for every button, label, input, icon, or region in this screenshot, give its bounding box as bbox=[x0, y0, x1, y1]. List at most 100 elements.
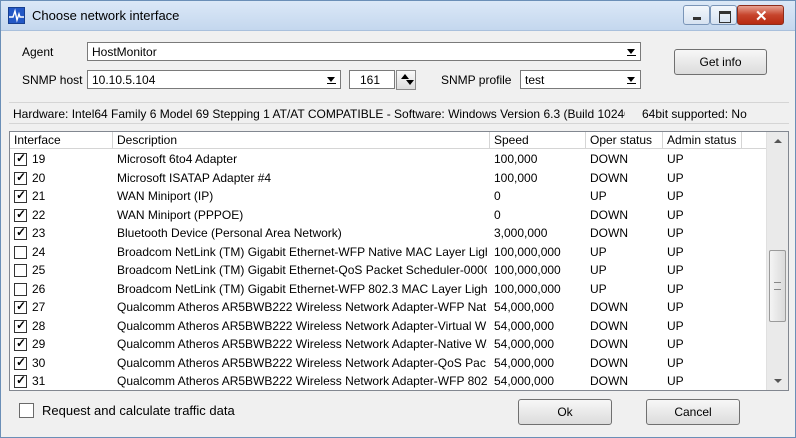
window-title: Choose network interface bbox=[32, 8, 180, 23]
interface-checkbox[interactable] bbox=[14, 373, 27, 388]
agent-value: HostMonitor bbox=[92, 45, 157, 59]
scroll-up-icon[interactable] bbox=[767, 132, 788, 150]
interface-checkbox[interactable] bbox=[14, 207, 27, 222]
description-cell: Qualcomm Atheros AR5BWB222 Wireless Netw… bbox=[117, 374, 487, 388]
agent-label: Agent bbox=[22, 45, 54, 59]
table-row[interactable]: 24 Broadcom NetLink (TM) Gigabit Ethernet… bbox=[10, 243, 766, 261]
interface-checkbox[interactable] bbox=[14, 188, 27, 203]
agent-select[interactable]: HostMonitor bbox=[87, 42, 641, 61]
maximize-button[interactable] bbox=[710, 5, 737, 25]
interface-checkbox[interactable] bbox=[14, 264, 27, 277]
speed-cell: 0 bbox=[494, 189, 501, 203]
interface-table[interactable]: Interface Description Speed Oper status … bbox=[9, 131, 789, 391]
table-row[interactable]: 22 WAN Miniport (PPPOE) 0 DOWN UP bbox=[10, 206, 766, 224]
speed-cell: 54,000,000 bbox=[494, 355, 555, 370]
table-row[interactable]: 19 Microsoft 6to4 Adapter 100,000 DOWN UP bbox=[10, 150, 766, 168]
column-header-speed[interactable]: Speed bbox=[490, 132, 586, 149]
admin-status-cell: UP bbox=[667, 152, 684, 166]
interface-id-cell: 27 bbox=[32, 300, 46, 314]
description-cell: Microsoft ISATAP Adapter #4 bbox=[117, 170, 272, 185]
interface-id-cell: 25 bbox=[32, 263, 46, 277]
traffic-data-label[interactable]: Request and calculate traffic data bbox=[42, 403, 235, 418]
description-cell: Broadcom NetLink (TM) Gigabit Ethernet-W… bbox=[117, 281, 487, 296]
column-header-admin-status[interactable]: Admin status bbox=[663, 132, 742, 149]
speed-cell: 100,000 bbox=[494, 152, 538, 166]
traffic-data-checkbox[interactable] bbox=[19, 403, 34, 418]
interface-id-cell: 31 bbox=[32, 374, 46, 388]
hardware-info: Hardware: Intel64 Family 6 Model 69 Step… bbox=[13, 107, 625, 121]
interface-id-cell: 29 bbox=[32, 337, 46, 351]
interface-id-cell: 26 bbox=[32, 281, 46, 296]
description-cell: WAN Miniport (PPPOE) bbox=[117, 207, 244, 222]
interface-checkbox[interactable] bbox=[14, 299, 27, 314]
table-row[interactable]: 27 Qualcomm Atheros AR5BWB222 Wireless Ne… bbox=[10, 298, 766, 316]
oper-status-cell: DOWN bbox=[590, 152, 628, 166]
scroll-thumb[interactable] bbox=[769, 250, 786, 322]
table-row[interactable]: 30 Qualcomm Atheros AR5BWB222 Wireless Ne… bbox=[10, 354, 766, 372]
table-row[interactable]: 20 Microsoft ISATAP Adapter #4 100,000 DOWN… bbox=[10, 169, 766, 187]
snmp-profile-select[interactable]: test bbox=[520, 70, 641, 89]
interface-checkbox[interactable] bbox=[14, 245, 27, 259]
title-bar[interactable]: Choose network interface ✕ bbox=[1, 1, 795, 31]
table-row[interactable]: 29 Qualcomm Atheros AR5BWB222 Wireless Ne… bbox=[10, 335, 766, 353]
interface-id-cell: 19 bbox=[32, 152, 46, 166]
table-row[interactable]: 25 Broadcom NetLink (TM) Gigabit Ethernet… bbox=[10, 261, 766, 279]
table-row[interactable]: 31 Qualcomm Atheros AR5BWB222 Wireless Ne… bbox=[10, 372, 766, 390]
admin-status-cell: UP bbox=[667, 207, 684, 222]
admin-status-cell: UP bbox=[667, 170, 684, 185]
table-row[interactable]: 26 Broadcom NetLink (TM) Gigabit Ethernet… bbox=[10, 280, 766, 298]
interface-checkbox[interactable] bbox=[14, 170, 27, 185]
network-monitor-icon bbox=[8, 7, 25, 24]
oper-status-cell: DOWN bbox=[590, 226, 628, 240]
admin-status-cell: UP bbox=[667, 318, 684, 333]
cancel-button[interactable]: Cancel bbox=[646, 399, 740, 425]
description-cell: WAN Miniport (IP) bbox=[117, 189, 214, 203]
snmp-host-select[interactable]: 10.10.5.104 bbox=[87, 70, 341, 89]
interface-id-cell: 23 bbox=[32, 226, 46, 240]
vertical-scrollbar[interactable] bbox=[766, 132, 788, 390]
close-button[interactable]: ✕ bbox=[737, 5, 784, 25]
admin-status-cell: UP bbox=[667, 300, 684, 314]
chevron-down-icon[interactable] bbox=[324, 72, 339, 87]
admin-status-cell: UP bbox=[667, 263, 684, 277]
close-icon: ✕ bbox=[755, 8, 768, 25]
speed-cell: 0 bbox=[494, 207, 501, 222]
admin-status-cell: UP bbox=[667, 281, 684, 296]
admin-status-cell: UP bbox=[667, 355, 684, 370]
admin-status-cell: UP bbox=[667, 226, 684, 240]
chevron-down-icon[interactable] bbox=[624, 44, 639, 59]
table-row[interactable]: 23 Bluetooth Device (Personal Area Networ… bbox=[10, 224, 766, 242]
oper-status-cell: UP bbox=[590, 263, 607, 277]
oper-status-cell: DOWN bbox=[590, 337, 628, 351]
interface-checkbox[interactable] bbox=[14, 225, 27, 240]
interface-id-cell: 30 bbox=[32, 355, 46, 370]
speed-cell: 54,000,000 bbox=[494, 300, 555, 314]
interface-checkbox[interactable] bbox=[14, 151, 27, 166]
snmp-host-value: 10.10.5.104 bbox=[92, 73, 156, 87]
scroll-down-icon[interactable] bbox=[767, 372, 788, 390]
column-header-description[interactable]: Description bbox=[113, 132, 490, 149]
table-row[interactable]: 28 Qualcomm Atheros AR5BWB222 Wireless Ne… bbox=[10, 317, 766, 335]
speed-cell: 100,000,000 bbox=[494, 244, 561, 259]
speed-cell: 54,000,000 bbox=[494, 318, 555, 333]
interface-id-cell: 22 bbox=[32, 207, 46, 222]
minimize-button[interactable] bbox=[683, 5, 710, 25]
oper-status-cell: UP bbox=[590, 244, 607, 259]
interface-checkbox[interactable] bbox=[14, 282, 27, 296]
ok-button[interactable]: Ok bbox=[518, 399, 612, 425]
interface-checkbox[interactable] bbox=[14, 355, 27, 370]
oper-status-cell: DOWN bbox=[590, 374, 628, 388]
port-spin-icon[interactable] bbox=[396, 70, 416, 90]
interface-checkbox[interactable] bbox=[14, 336, 27, 351]
get-info-button[interactable]: Get info bbox=[674, 49, 767, 75]
admin-status-cell: UP bbox=[667, 337, 684, 351]
column-header-interface[interactable]: Interface bbox=[10, 132, 113, 149]
port-input[interactable]: 161 bbox=[349, 70, 395, 89]
oper-status-cell: DOWN bbox=[590, 300, 628, 314]
column-header-oper-status[interactable]: Oper status bbox=[586, 132, 663, 149]
interface-checkbox[interactable] bbox=[14, 318, 27, 333]
table-row[interactable]: 21 WAN Miniport (IP) 0 UP UP bbox=[10, 187, 766, 205]
description-cell: Qualcomm Atheros AR5BWB222 Wireless Netw… bbox=[117, 337, 487, 351]
speed-cell: 3,000,000 bbox=[494, 226, 548, 240]
chevron-down-icon[interactable] bbox=[624, 72, 639, 87]
